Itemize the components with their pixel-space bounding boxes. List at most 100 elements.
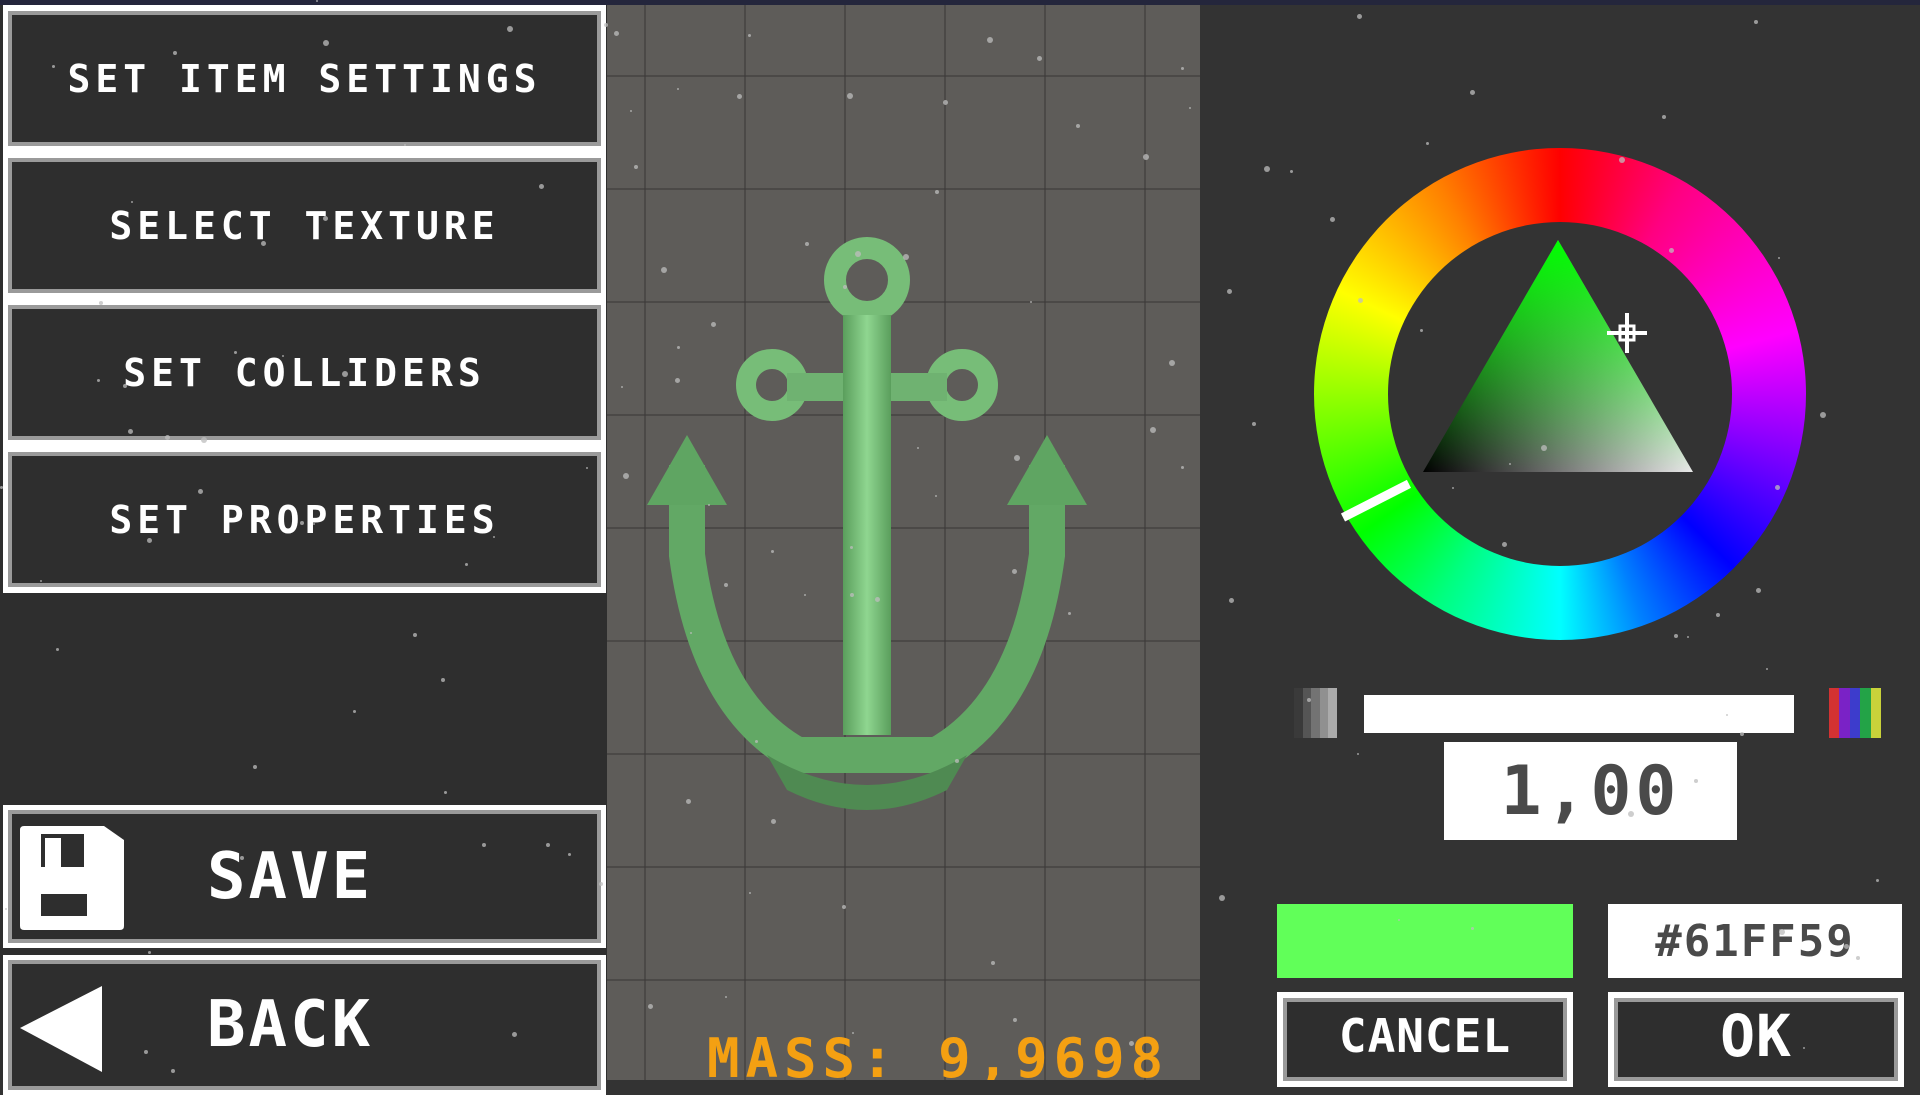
snow-particle [465,563,468,566]
snow-particle [1778,257,1780,259]
snow-particle [1471,927,1474,930]
snow-particle [1357,753,1359,755]
snow-particle [737,94,742,99]
snow-particle [850,546,853,549]
snow-particle [128,429,133,434]
snow-particle [97,379,100,382]
back-arrow-icon [20,986,102,1072]
snow-particle [621,386,623,388]
snow-particle [1290,170,1293,173]
rainbow-swatch-icon[interactable] [1829,688,1882,738]
snow-particle [1694,779,1698,783]
snow-particle [441,678,445,682]
button-label: SET PROPERTIES [109,497,500,542]
set-item-settings-button[interactable]: SET ITEM SETTINGS [8,11,601,146]
cancel-label: CANCEL [1338,1008,1512,1063]
snow-particle [1181,67,1184,70]
snow-particle [148,951,151,954]
snow-particle [843,285,847,289]
snow-particle [131,201,133,203]
snow-particle [648,1004,653,1009]
snow-particle [1775,485,1780,490]
snow-particle [353,710,356,713]
snow-particle [935,495,937,497]
snow-particle [1143,154,1149,160]
brightness-value-field[interactable]: 1,00 [1444,742,1737,840]
save-button[interactable]: SAVE [3,805,606,948]
hex-color-input[interactable]: #61FF59 [1608,904,1902,978]
snow-particle [755,740,758,743]
snow-particle [201,437,207,443]
snow-particle [5,908,7,910]
snow-particle [599,882,603,886]
snow-particle [1076,124,1080,128]
snow-particle [171,1069,175,1073]
snow-particle [842,905,846,909]
snow-particle [1669,248,1674,253]
snow-particle [991,961,995,965]
snow-particle [623,473,629,479]
snow-particle [1509,463,1511,465]
snow-particle [1013,1018,1017,1022]
snow-particle [99,301,103,305]
saturation-value-triangle[interactable] [1423,240,1693,472]
snow-particle [711,322,716,327]
snow-particle [1856,956,1860,960]
menu-frame: SET ITEM SETTINGS SELECT TEXTURE SET COL… [3,5,606,593]
color-preview-swatch [1277,904,1573,978]
snow-particle [987,37,993,43]
snow-particle [725,996,727,998]
snow-particle [850,593,854,597]
snow-particle [282,355,284,357]
snow-particle [253,765,257,769]
grayscale-swatch-icon[interactable] [1294,688,1337,738]
snow-particle [1452,487,1454,489]
snow-particle [686,799,691,804]
snow-particle [240,856,244,860]
item-canvas[interactable]: MASS: 9,9698 [607,5,1200,1080]
snow-particle [546,843,550,847]
snow-particle [847,93,853,99]
snow-particle [1037,56,1042,61]
snow-particle [40,580,42,582]
snow-particle [724,583,728,587]
snow-particle [771,819,776,824]
back-label: BACK [207,988,374,1062]
snow-particle [1014,455,1020,461]
snow-particle [1307,698,1311,702]
snow-particle [1252,422,1256,426]
snow-particle [1398,919,1400,921]
snow-particle [1541,445,1547,451]
snow-particle [1756,588,1761,593]
snow-particle [1803,1047,1805,1049]
snow-particle [1619,157,1625,163]
snow-particle [1716,613,1720,617]
snow-particle [1470,90,1475,95]
snow-particle [1726,714,1728,716]
brightness-slider[interactable] [1364,695,1794,733]
snow-particle [630,110,632,112]
snow-particle [804,594,806,596]
snow-particle [614,31,619,36]
set-colliders-button[interactable]: SET COLLIDERS [8,305,601,440]
cancel-button[interactable]: CANCEL [1277,992,1573,1087]
snow-particle [507,26,513,32]
snow-particle [1227,289,1232,294]
snow-particle [568,853,571,856]
button-label: SET COLLIDERS [123,350,486,395]
back-button[interactable]: BACK [3,955,606,1095]
snow-particle [56,648,59,651]
snow-particle [261,241,266,246]
snow-particle [955,759,959,763]
snow-particle [1189,107,1191,109]
snow-particle [1502,542,1507,547]
snow-particle [1264,166,1270,172]
set-properties-button[interactable]: SET PROPERTIES [8,452,601,587]
ok-button[interactable]: OK [1608,992,1904,1087]
snow-particle [1754,20,1758,24]
crosshair-cursor-icon[interactable] [1607,313,1647,353]
snow-particle [1357,14,1362,19]
snow-particle [1012,569,1017,574]
snow-particle [323,40,329,46]
select-texture-button[interactable]: SELECT TEXTURE [8,158,601,293]
